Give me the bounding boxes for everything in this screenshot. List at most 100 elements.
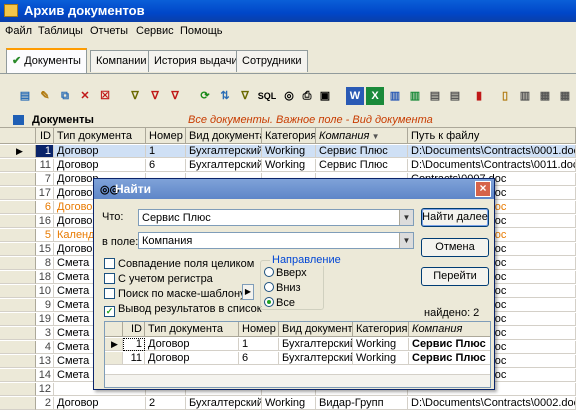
chevron-down-icon[interactable]: ▼ (399, 233, 413, 248)
word-export-icon[interactable]: W (346, 87, 364, 105)
clear-filter-icon[interactable]: ☒ (96, 87, 114, 105)
horizontal-scrollbar[interactable] (105, 374, 490, 387)
row-indicator[interactable] (0, 243, 36, 256)
grid-settings-icon[interactable]: ▦ (536, 87, 554, 105)
row-indicator[interactable] (0, 369, 36, 382)
find-next-button[interactable]: Найти далее (421, 208, 489, 227)
row-indicator[interactable] (0, 187, 36, 200)
close-button[interactable]: × (475, 181, 491, 197)
row-indicator[interactable] (0, 271, 36, 284)
checkbox[interactable] (104, 273, 115, 284)
results-column-doc-kind[interactable]: Вид документа (279, 322, 353, 337)
row-indicator[interactable] (0, 383, 36, 396)
copy-icon[interactable]: ⧉ (56, 87, 74, 105)
row-indicator[interactable] (0, 257, 36, 270)
sort-icon[interactable]: ⇅ (216, 87, 234, 105)
row-indicator[interactable] (105, 352, 123, 365)
tab-companies[interactable]: Компании (90, 50, 153, 72)
column-doc-kind[interactable]: Вид документа (186, 128, 262, 144)
chevron-down-icon[interactable]: ▼ (399, 210, 413, 225)
row-indicator[interactable] (0, 215, 36, 228)
radio[interactable] (264, 267, 274, 277)
option-whole-field[interactable]: Совпадение поля целиком (104, 258, 254, 270)
delete-icon[interactable]: ✕ (76, 87, 94, 105)
filter-clear-all-icon[interactable]: ∇ (166, 87, 184, 105)
results-column-id[interactable]: ID (123, 322, 145, 337)
new-record-icon[interactable]: ▤ (16, 87, 34, 105)
row-indicator[interactable] (0, 173, 36, 186)
excel-export-icon[interactable]: X (366, 87, 384, 105)
binoculars-icon[interactable]: ◎ (280, 87, 298, 105)
results-grid[interactable]: ID Тип документа Номер Вид документа Кат… (104, 321, 491, 388)
row-indicator[interactable] (0, 327, 36, 340)
row-indicator[interactable] (0, 159, 36, 172)
current-row-indicator-icon[interactable]: ▶ (105, 338, 123, 351)
tab-issue-history[interactable]: История выдачи (148, 50, 244, 72)
column-id[interactable]: ID (36, 128, 54, 144)
menu-help[interactable]: Помощь (180, 25, 223, 37)
results-column-number[interactable]: Номер (239, 322, 279, 337)
query-filter-icon[interactable]: ∇ (236, 87, 254, 105)
row-indicator[interactable] (0, 341, 36, 354)
refresh-icon[interactable]: ⟳ (196, 87, 214, 105)
column-file-path[interactable]: Путь к файлу (408, 128, 576, 144)
tab-documents[interactable]: ✔ Документы (6, 48, 87, 74)
csv-export-icon[interactable]: ▤ (426, 87, 444, 105)
column-category[interactable]: Категория (262, 128, 316, 144)
cancel-button[interactable]: Отмена (421, 238, 489, 257)
results-column-category[interactable]: Категория (353, 322, 409, 337)
row-indicator[interactable] (0, 285, 36, 298)
edit-pencil-icon[interactable]: ✎ (36, 87, 54, 105)
option-mask-search[interactable]: Поиск по маске-шаблону (104, 288, 246, 300)
columns-icon[interactable]: ▥ (516, 87, 534, 105)
print-icon[interactable]: ⎙ (298, 87, 316, 105)
result-row[interactable]: ▶ 1 Договор 1 Бухгалтерский Working Сервис Плю… (105, 338, 490, 351)
results-column-company[interactable]: Компания (409, 322, 490, 337)
menu-service[interactable]: Сервис (136, 25, 174, 37)
radio[interactable] (264, 282, 274, 292)
add-column-icon[interactable]: ▯ (496, 87, 514, 105)
grid-title: Документы (32, 114, 94, 126)
search-text-combo[interactable]: Сервис Плюс ▼ (138, 209, 414, 226)
text-export-icon[interactable]: ▤ (446, 87, 464, 105)
menu-reports[interactable]: Отчеты (90, 25, 128, 37)
radio-selected[interactable] (264, 297, 274, 307)
direction-down[interactable]: Вниз (264, 282, 301, 294)
option-match-case[interactable]: С учетом регистра (104, 273, 213, 285)
checkbox[interactable] (104, 288, 115, 299)
current-row-indicator-icon[interactable]: ▶ (0, 145, 36, 158)
layout-icon[interactable]: ▦ (556, 87, 574, 105)
chart-icon[interactable]: ▮ (470, 87, 488, 105)
preview-icon[interactable]: ▣ (316, 87, 334, 105)
table-row[interactable]: 11 Договор 6 Бухгалтерский Working Сервис Плю… (0, 159, 576, 172)
row-indicator[interactable] (0, 299, 36, 312)
option-results-list[interactable]: ✓ Вывод результатов в список (104, 303, 262, 317)
direction-all[interactable]: Все (264, 297, 295, 309)
checkbox[interactable] (104, 258, 115, 269)
column-company[interactable]: Компания ▼ (316, 128, 408, 144)
menu-tables[interactable]: Таблицы (38, 25, 83, 37)
column-number[interactable]: Номер (146, 128, 186, 144)
direction-up[interactable]: Вверх (264, 267, 307, 279)
checkbox-checked[interactable]: ✓ (104, 306, 115, 317)
mask-menu-button[interactable]: ▶ (242, 284, 254, 300)
results-column-doc-type[interactable]: Тип документа (145, 322, 239, 337)
result-row[interactable]: 11 Договор 6 Бухгалтерский Working Сервис Плю… (105, 352, 490, 365)
word-doc-icon[interactable]: ▥ (386, 87, 404, 105)
remove-filter-icon[interactable]: ∇ (146, 87, 164, 105)
tab-employees[interactable]: Сотрудники (236, 50, 308, 72)
table-row[interactable]: 2 Договор 2 Бухгалтерский Working Видар-Групп… (0, 397, 576, 410)
column-doc-type[interactable]: Тип документа (54, 128, 146, 144)
excel-doc-icon[interactable]: ▥ (406, 87, 424, 105)
row-indicator[interactable] (0, 355, 36, 368)
row-indicator[interactable] (0, 229, 36, 242)
sql-icon[interactable]: SQL (256, 87, 278, 105)
goto-button[interactable]: Перейти (421, 267, 489, 286)
row-indicator[interactable] (0, 397, 36, 410)
filter-icon[interactable]: ∇ (126, 87, 144, 105)
table-row[interactable]: ▶ 1 Договор 1 Бухгалтерский Working Сервис Плю… (0, 145, 576, 158)
field-combo[interactable]: Компания ▼ (138, 232, 414, 249)
menu-file[interactable]: Файл (5, 25, 32, 37)
row-indicator[interactable] (0, 313, 36, 326)
row-indicator[interactable] (0, 201, 36, 214)
